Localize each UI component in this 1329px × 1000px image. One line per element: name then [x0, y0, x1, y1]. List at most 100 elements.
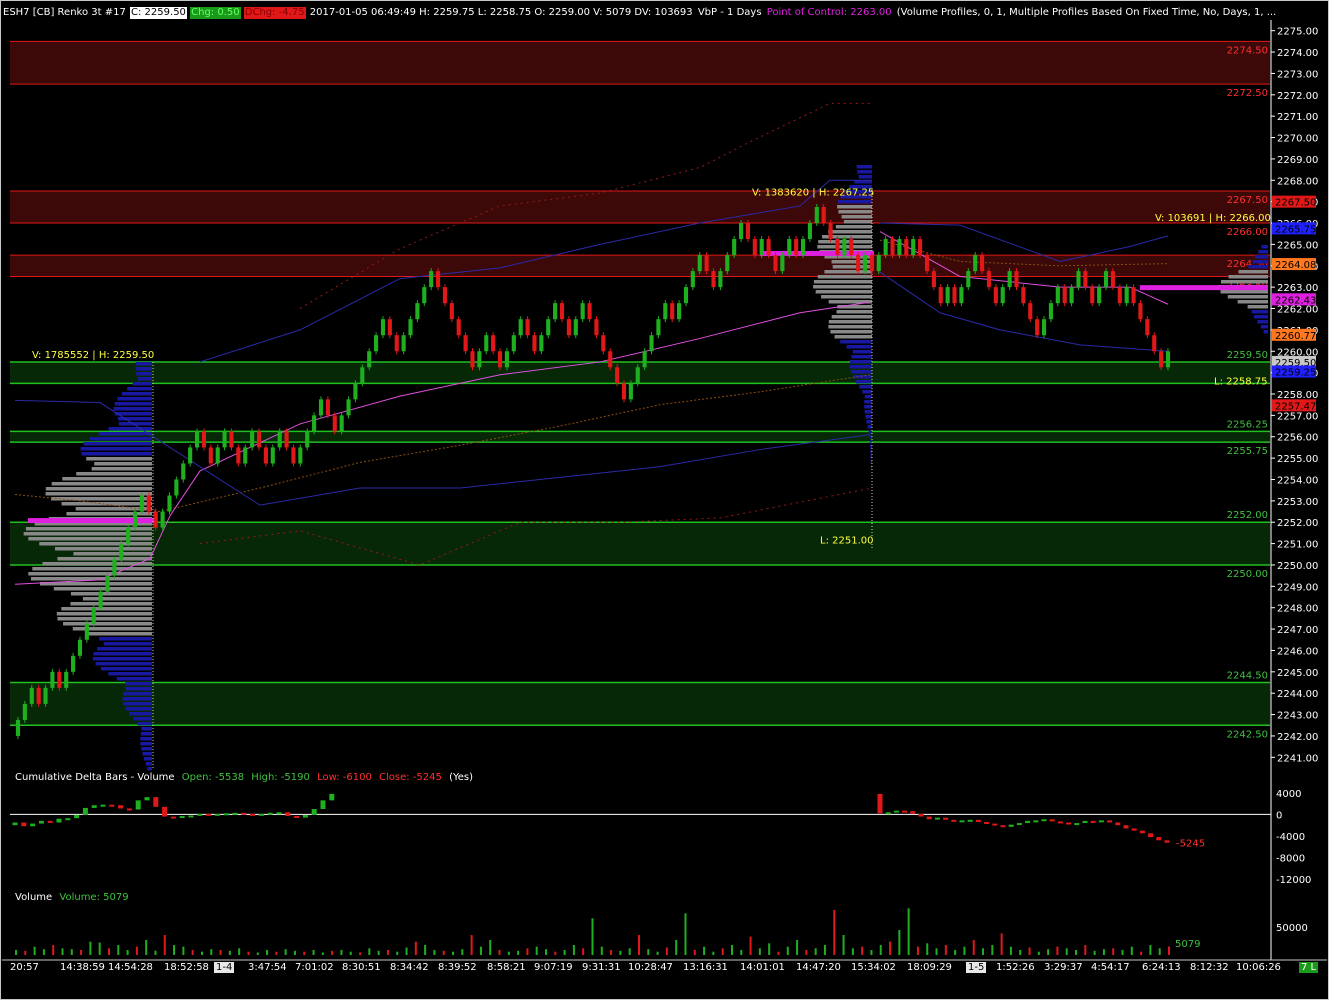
time-axis[interactable]: 20:57 14:38:59 14:54:28 18:52:58 1-4 3:47:54 7…: [0, 960, 1329, 974]
candle-body: [814, 207, 819, 224]
volume-bar: [944, 945, 947, 955]
volume-profile-bar: [831, 315, 872, 319]
volume-bar: [916, 946, 919, 955]
volume-bar: [368, 948, 371, 955]
resistance-label: 2274.50: [1227, 45, 1268, 56]
price-tick-label: 2242.00: [1277, 732, 1318, 743]
volume-bar: [833, 910, 836, 955]
delta-bar: [65, 818, 71, 821]
time-label: 10:28:47: [628, 962, 673, 973]
delta-bar: [1041, 819, 1047, 822]
volume-bar: [972, 940, 975, 955]
delta-last-value: -5245: [1176, 839, 1205, 850]
candle-body: [1083, 271, 1088, 288]
candle-body: [511, 335, 516, 352]
candle-body: [250, 431, 255, 448]
volume-profile-bar: [85, 632, 152, 636]
candle-body: [1124, 287, 1129, 304]
candle-body: [518, 319, 523, 336]
candle-body: [1159, 351, 1164, 368]
candle-body: [1138, 303, 1143, 320]
candle-body: [752, 239, 757, 256]
candle-body: [635, 367, 640, 384]
volume-bar: [507, 951, 510, 955]
delta-tick-label: -8000: [1276, 854, 1305, 865]
volume-bar: [256, 952, 259, 955]
volume-bar: [907, 908, 910, 955]
price-tick-label: 2241.00: [1277, 753, 1318, 764]
delta-bar: [1082, 820, 1088, 824]
support-zone: [10, 522, 1270, 565]
volume-profile-bar: [89, 437, 152, 441]
volume-profile-bar: [117, 397, 152, 401]
candle-body: [897, 239, 902, 256]
volume-bar: [1019, 950, 1022, 955]
candle-body: [57, 671, 62, 688]
volume-title-text: Volume: [15, 892, 53, 903]
volume-bar: [117, 945, 120, 955]
volume-bar: [98, 942, 101, 955]
support-label: 2242.50: [1227, 729, 1268, 740]
volume-bar: [805, 950, 808, 955]
candle-body: [1145, 319, 1150, 336]
time-label: 1-4: [214, 962, 235, 973]
time-label: 8:30:51: [342, 962, 381, 973]
volume-profile-bar: [125, 682, 152, 686]
delta-bar: [12, 822, 18, 826]
candle-body: [15, 719, 21, 736]
candle-body: [43, 687, 48, 704]
volume-bar: [247, 951, 250, 955]
price-chart[interactable]: 2274.502272.502267.502266.002264.502263.…: [0, 0, 1329, 1000]
volume-profile-bar: [108, 672, 152, 676]
time-label: 8:58:21: [487, 962, 526, 973]
volume-profile-bar: [828, 320, 872, 324]
price-tick-label: 2246.00: [1277, 646, 1318, 657]
candle-body: [346, 399, 351, 416]
volume-bar: [1102, 949, 1105, 955]
candle-body: [112, 559, 117, 576]
volume-profile-bar: [76, 472, 152, 476]
candle-body: [911, 239, 916, 256]
time-label: 4:54:17: [1091, 962, 1130, 973]
volume-profile-bar: [1248, 265, 1268, 269]
volume-profile-bar: [53, 587, 152, 591]
candle-body: [415, 303, 420, 320]
volume-profile-bar: [813, 285, 872, 289]
volume-profile-bar: [1227, 295, 1268, 299]
price-tag-label: 2265.75: [1275, 224, 1316, 235]
candle-body: [339, 415, 344, 432]
delta-bar: [206, 813, 212, 816]
delta-bar: [21, 822, 27, 827]
candle-body: [126, 527, 131, 544]
volume-profile-bar: [865, 415, 872, 419]
volume-bar: [1149, 945, 1152, 955]
candle-body: [573, 319, 578, 336]
delta-bar: [329, 793, 335, 801]
delta-bar: [1098, 820, 1104, 823]
volume-profile-bar: [835, 225, 872, 229]
candle-body: [849, 239, 854, 256]
volume-bar: [228, 950, 231, 955]
candle-body: [318, 399, 324, 416]
volume-profile-bar: [142, 752, 152, 756]
volume-bar: [359, 952, 362, 955]
volume-profile-bar: [828, 325, 872, 329]
candle-body: [924, 255, 930, 272]
volume-bar: [647, 949, 650, 955]
delta-bar: [1131, 828, 1137, 831]
candle-body: [807, 223, 812, 240]
volume-profile-bar: [141, 747, 152, 751]
volume-bar: [563, 950, 566, 955]
chart-annotation: V: 1785552 | H: 2259.50: [32, 350, 154, 361]
resistance-label: 2272.50: [1227, 88, 1268, 99]
delta-bar: [1033, 820, 1039, 823]
candle-body: [194, 431, 200, 448]
delta-bar: [984, 821, 990, 824]
volume-profile-bar: [853, 375, 872, 379]
candle-body: [477, 351, 482, 368]
volume-bar: [712, 951, 715, 955]
volume-bar: [851, 948, 854, 955]
volume-bar: [730, 945, 733, 955]
price-tick-label: 2249.00: [1277, 582, 1318, 593]
delta-bar: [918, 813, 924, 817]
